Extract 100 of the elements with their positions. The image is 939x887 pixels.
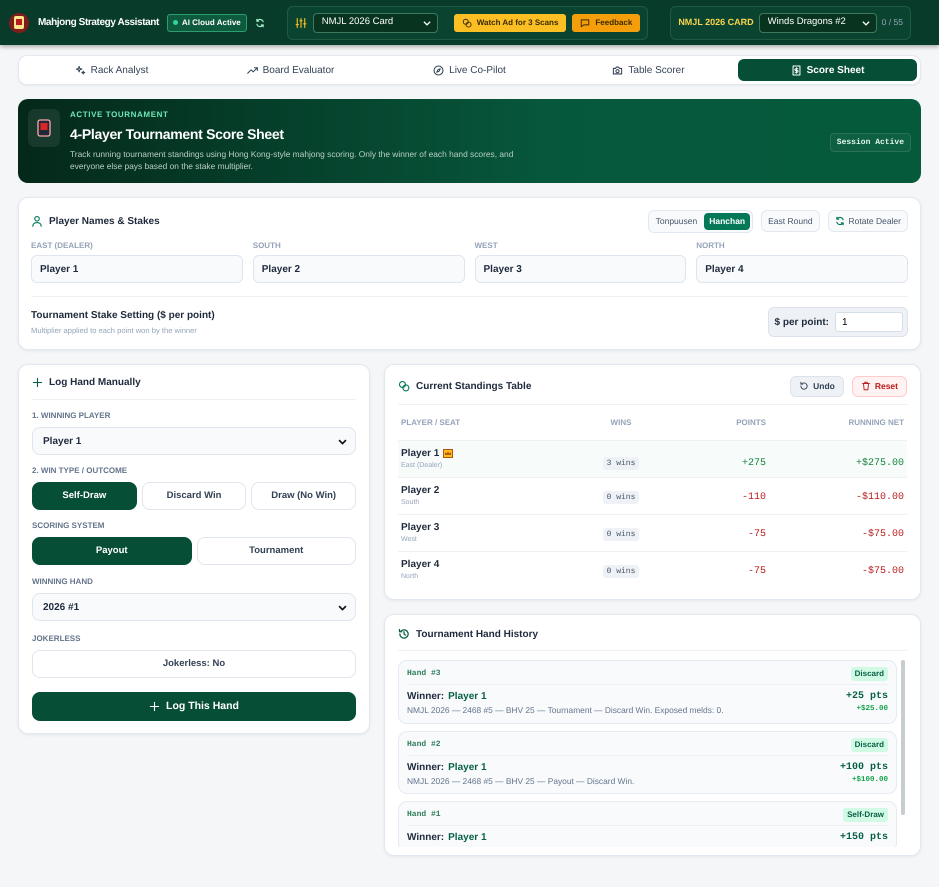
scoring-option[interactable]: Tournament <box>196 537 356 565</box>
field-label: SCORING SYSTEM <box>32 520 106 532</box>
player-name-field[interactable]: Player 4 <box>696 255 908 283</box>
plus-icon <box>32 377 43 388</box>
stake-field[interactable]: 1 <box>835 312 903 332</box>
field-label: 1. WINNING PLAYER <box>32 410 112 422</box>
field-label: WEST <box>474 240 499 252</box>
wins-badge: 0 wins <box>602 564 640 578</box>
card-label: NMJL 2026 CARD <box>678 16 754 29</box>
refresh-icon <box>254 18 265 28</box>
winner-label: Winner: <box>407 690 444 704</box>
hand-points: +100 pts <box>840 760 888 775</box>
app-title: Mahjong Strategy Assistant <box>38 16 159 30</box>
round-button[interactable]: East Round <box>761 210 820 232</box>
wins-badge: 0 wins <box>602 528 640 541</box>
player-name: Player 4 <box>401 558 440 572</box>
player-name-field[interactable]: Player 2 <box>252 255 464 283</box>
receipt-icon <box>790 64 802 76</box>
tab[interactable]: Board Evaluator <box>201 59 380 81</box>
player-name: Player 2 <box>401 484 440 498</box>
win-type-tag: Discard <box>850 738 888 752</box>
trend-icon <box>246 64 258 76</box>
card-title: Tournament Hand History <box>416 628 538 642</box>
card-select[interactable]: NMJL 2026 Card <box>312 12 438 32</box>
watch-ad-button[interactable]: Watch Ad for 3 Scans <box>454 14 566 32</box>
hand-select[interactable]: Winds Dragons #2 <box>758 12 877 32</box>
player-name: Player 1 <box>401 447 440 462</box>
hand-detail: NMJL 2026 — 2468 #5 — BHV 25 — Tournament — Discard Win. Exposed melds: 0. <box>407 704 724 717</box>
eyebrow-label: ACTIVE TOURNAMENT <box>70 109 170 121</box>
winner-label: Winner: <box>407 831 444 846</box>
outcome-option[interactable]: Self-Draw <box>32 482 137 510</box>
stake-title: Tournament Stake Setting ($ per point) <box>31 308 215 323</box>
compass-icon <box>433 64 444 76</box>
rotate-dealer-button[interactable]: Rotate Dealer <box>828 210 908 232</box>
wins-badge: 0 wins <box>602 490 640 504</box>
reset-button[interactable]: Reset <box>852 376 907 396</box>
crown-icon <box>443 449 454 458</box>
outcome-option[interactable]: Draw (No Win) <box>251 482 356 510</box>
hand-detail: NMJL 2026 — 2468 #5 — BHV 25 — Payout — Discard Win. <box>407 774 634 788</box>
column-header: WINS <box>610 418 632 428</box>
column-header: PLAYER / SEAT <box>401 418 460 428</box>
win-type-tag: Discard <box>850 667 888 681</box>
logo-icon <box>8 12 30 34</box>
winner-name: Player 1 <box>448 760 487 775</box>
undo-button[interactable]: Undo <box>790 376 844 396</box>
player-name-field[interactable]: Player 3 <box>474 255 686 283</box>
points-value: -75 <box>748 566 766 576</box>
jokerless-toggle[interactable]: Jokerless: No <box>32 650 356 678</box>
player-name-field[interactable]: Player 1 <box>31 255 243 283</box>
coins-icon <box>398 380 410 392</box>
mode-toggle[interactable]: Hanchan <box>704 212 750 230</box>
mode-toggle[interactable]: Tonpuusen <box>650 212 702 230</box>
winning-player-select[interactable]: Player 1 <box>32 427 356 455</box>
session-badge: Session Active <box>830 132 911 152</box>
log-hand-button[interactable]: Log This Hand <box>32 692 356 721</box>
hand-number: Hand #3 <box>407 668 441 680</box>
hand-points: +150 pts <box>840 831 888 846</box>
hand-number: Hand #2 <box>407 738 441 751</box>
camera-icon <box>612 64 624 76</box>
card-title: Log Hand Manually <box>49 376 141 390</box>
column-header: RUNNING NET <box>848 418 904 428</box>
sparkle-icon <box>74 64 86 76</box>
wins-badge: 3 wins <box>602 457 640 470</box>
undo-icon <box>799 381 810 391</box>
points-value: -75 <box>748 528 766 540</box>
hand-number: Hand #1 <box>407 809 441 822</box>
net-value: +$275.00 <box>856 458 904 469</box>
card-title: Current Standings Table <box>416 380 532 394</box>
column-header: POINTS <box>736 418 766 428</box>
field-label: JOKERLESS <box>32 633 82 645</box>
rotate-icon <box>834 216 845 226</box>
user-icon <box>31 215 43 227</box>
feedback-button[interactable]: Feedback <box>572 14 640 32</box>
tab[interactable]: Live Co-Pilot <box>380 59 559 81</box>
field-label: NORTH <box>696 240 726 252</box>
badge-icon <box>28 109 60 147</box>
sliders-icon <box>294 16 307 28</box>
trash-icon <box>860 381 871 391</box>
tab[interactable]: Rack Analyst <box>22 59 201 81</box>
stake-label: $ per point: <box>774 316 829 330</box>
outcome-option[interactable]: Discard Win <box>142 482 246 510</box>
net-value: -$110.00 <box>856 492 904 502</box>
player-name: Player 3 <box>401 521 440 536</box>
banner-description: Track running tournament standings using Hong Kong-style mahjong scoring. Only the winner of each hand scores, and everyone else pays based on the stake multiplier. <box>70 148 514 172</box>
net-value: -$75.00 <box>862 528 904 540</box>
card-title: Player Names & Stakes <box>49 214 160 228</box>
winner-name: Player 1 <box>448 831 487 846</box>
scoring-option[interactable]: Payout <box>32 537 192 565</box>
winning-hand-select[interactable]: 2026 #1 <box>32 593 356 621</box>
field-label: EAST (DEALER) <box>31 240 94 252</box>
points-value: +275 <box>742 458 766 469</box>
winner-name: Player 1 <box>448 690 487 704</box>
winner-label: Winner: <box>407 760 444 775</box>
field-label: WINNING HAND <box>32 576 94 588</box>
win-type-tag: Self-Draw <box>843 808 888 822</box>
scrollbar[interactable] <box>901 660 905 815</box>
tab[interactable]: Score Sheet <box>738 59 917 81</box>
hand-count: 0 / 55 <box>882 16 903 29</box>
tab[interactable]: Table Scorer <box>559 59 738 81</box>
plus-icon <box>149 701 160 712</box>
